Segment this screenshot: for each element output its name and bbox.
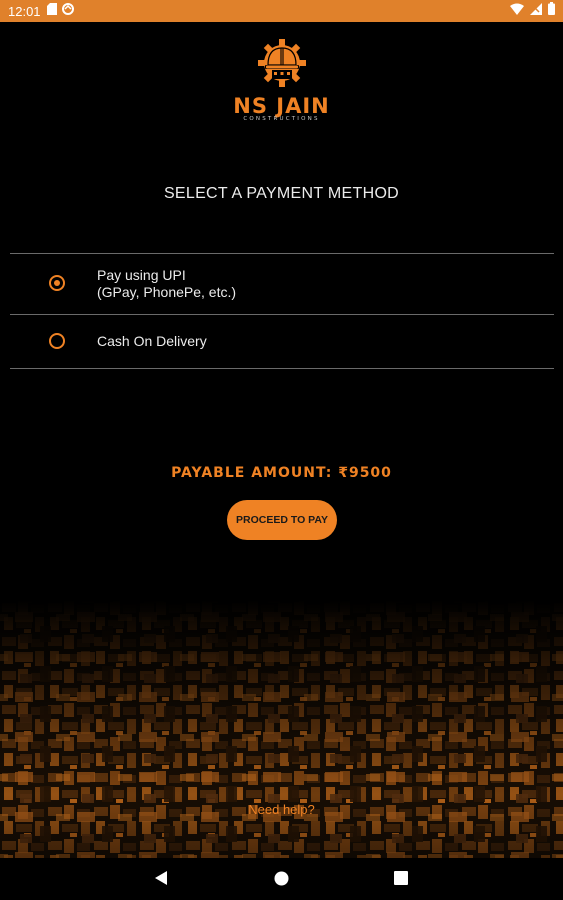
helmet-gear-icon: [257, 38, 307, 93]
brand-logo: NS JAIN CONSTRUCTIONS: [0, 38, 563, 122]
navigation-bar: [0, 858, 563, 900]
sd-card-icon: [46, 2, 57, 20]
option-cod-label: Cash On Delivery: [97, 333, 207, 349]
wifi-icon: [510, 2, 524, 20]
sync-icon: [61, 2, 74, 20]
divider: [10, 368, 554, 369]
signal-icon: [530, 2, 542, 20]
radio-cod[interactable]: [49, 333, 65, 349]
home-icon[interactable]: [274, 871, 289, 891]
payable-amount: PAYABLE AMOUNT: ₹9500: [171, 465, 392, 481]
radio-upi[interactable]: [49, 275, 65, 291]
back-icon[interactable]: [154, 870, 168, 891]
proceed-to-pay-button[interactable]: PROCEED TO PAY: [227, 500, 337, 540]
battery-icon: [548, 2, 555, 20]
need-help-link[interactable]: Need help?: [0, 802, 563, 817]
payment-option-cod[interactable]: Cash On Delivery: [10, 315, 554, 368]
status-time: 12:01: [8, 3, 41, 19]
brand-tagline: CONSTRUCTIONS: [243, 116, 320, 122]
option-upi-label: Pay using UPI (GPay, PhonePe, etc.): [97, 267, 236, 301]
option-upi-title: Pay using UPI: [97, 267, 186, 283]
payment-option-upi[interactable]: Pay using UPI (GPay, PhonePe, etc.): [10, 254, 554, 314]
status-bar: 12:01: [0, 0, 563, 22]
brand-name: NS JAIN: [233, 94, 330, 118]
option-upi-subtitle: (GPay, PhonePe, etc.): [97, 284, 237, 300]
payment-method-title: SELECT A PAYMENT METHOD: [163, 185, 400, 202]
city-background-image: [0, 600, 563, 860]
recents-icon[interactable]: [394, 871, 408, 890]
